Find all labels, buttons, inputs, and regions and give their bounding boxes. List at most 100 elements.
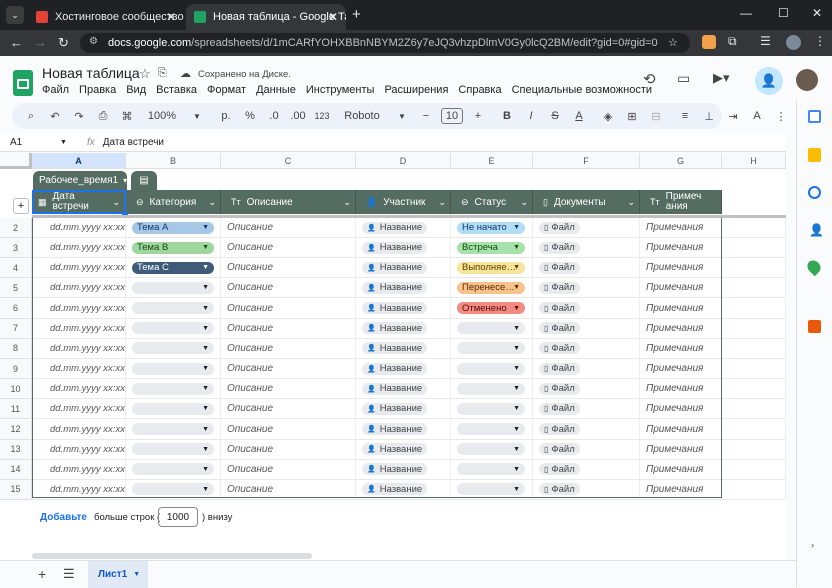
- empty-cell[interactable]: [722, 238, 786, 259]
- participant-cell[interactable]: 👤 Название: [356, 379, 451, 400]
- category-chip[interactable]: ▼: [132, 463, 214, 476]
- status-cell[interactable]: ▼: [451, 439, 533, 460]
- rows-count-input[interactable]: 1000: [158, 507, 198, 527]
- close-icon[interactable]: ✕: [328, 10, 338, 24]
- close-window-icon[interactable]: ✕: [812, 6, 822, 20]
- documents-cell[interactable]: ▯ Файл: [533, 278, 640, 299]
- search-icon[interactable]: ⌕: [22, 103, 40, 129]
- history-icon[interactable]: ⟲: [643, 70, 656, 88]
- status-chip[interactable]: ▼: [457, 342, 525, 355]
- row-header[interactable]: 10: [0, 379, 32, 400]
- menu-insert[interactable]: Вставка: [156, 84, 197, 96]
- empty-cell[interactable]: [722, 419, 786, 440]
- person-chip[interactable]: 👤 Название: [362, 463, 428, 476]
- row-header[interactable]: 13: [0, 439, 32, 460]
- status-cell[interactable]: ▼: [451, 379, 533, 400]
- new-tab-button[interactable]: +: [352, 6, 361, 23]
- empty-cell[interactable]: [722, 278, 786, 299]
- chevron-down-icon[interactable]: ⌄: [112, 197, 120, 208]
- print-icon[interactable]: ⎙: [94, 103, 112, 129]
- chevron-down-icon[interactable]: ▼: [393, 103, 411, 129]
- status-cell[interactable]: Не начато ▼: [451, 218, 533, 238]
- maximize-icon[interactable]: ☐: [778, 6, 789, 20]
- file-chip[interactable]: ▯ Файл: [539, 443, 580, 456]
- category-cell[interactable]: ▼: [126, 298, 221, 319]
- file-chip[interactable]: ▯ Файл: [539, 281, 580, 294]
- menu-accessibility[interactable]: Специальные возможности: [512, 84, 652, 96]
- participant-cell[interactable]: 👤 Название: [356, 218, 451, 238]
- participant-cell[interactable]: 👤 Название: [356, 439, 451, 460]
- category-chip[interactable]: ▼: [132, 382, 214, 395]
- column-header[interactable]: A: [32, 153, 126, 169]
- status-cell[interactable]: ▼: [451, 419, 533, 440]
- status-chip[interactable]: ▼: [457, 382, 525, 395]
- zoom-select[interactable]: 100%: [142, 103, 182, 129]
- documents-cell[interactable]: ▯ Файл: [533, 258, 640, 279]
- description-cell[interactable]: Описание: [221, 459, 356, 480]
- add-sheet-button[interactable]: +: [38, 566, 46, 582]
- notes-cell[interactable]: Примечания: [640, 379, 722, 400]
- increase-decimal-button[interactable]: .00: [289, 103, 307, 129]
- category-chip[interactable]: Тема A ▼: [132, 221, 214, 234]
- date-cell[interactable]: dd.mm.yyyy xx:xx: [32, 419, 126, 440]
- status-chip[interactable]: Встреча ▼: [457, 241, 525, 254]
- table-header-description[interactable]: Тт Описание ⌄: [221, 190, 356, 214]
- font-size-increase-icon[interactable]: +: [469, 103, 487, 129]
- empty-cell[interactable]: [722, 318, 786, 339]
- status-chip[interactable]: Не начато ▼: [457, 221, 525, 234]
- share-button[interactable]: 👤: [755, 67, 783, 95]
- documents-cell[interactable]: ▯ Файл: [533, 318, 640, 339]
- bold-icon[interactable]: B: [498, 103, 516, 129]
- table-header-participant[interactable]: 👤 Участник ⌄: [356, 190, 451, 214]
- category-cell[interactable]: ▼: [126, 399, 221, 420]
- chevron-down-icon[interactable]: ⌄: [438, 197, 446, 208]
- more-icon[interactable]: ⋮: [772, 103, 790, 129]
- category-cell[interactable]: ▼: [126, 318, 221, 339]
- close-icon[interactable]: ✕: [166, 10, 176, 24]
- status-cell[interactable]: ▼: [451, 359, 533, 380]
- star-icon[interactable]: ☆: [139, 66, 151, 82]
- empty-cell[interactable]: [722, 379, 786, 400]
- category-cell[interactable]: ▼: [126, 278, 221, 299]
- empty-cell[interactable]: [722, 218, 786, 238]
- file-chip[interactable]: ▯ Файл: [539, 322, 580, 335]
- description-cell[interactable]: Описание: [221, 278, 356, 299]
- notes-cell[interactable]: Примечания: [640, 218, 722, 238]
- category-cell[interactable]: Тема B ▼: [126, 238, 221, 259]
- empty-cell[interactable]: [722, 399, 786, 420]
- description-cell[interactable]: Описание: [221, 318, 356, 339]
- row-header[interactable]: 6: [0, 298, 32, 319]
- person-chip[interactable]: 👤 Название: [362, 221, 428, 234]
- notes-cell[interactable]: Примечания: [640, 439, 722, 460]
- status-chip[interactable]: Выполняе… ▼: [457, 261, 525, 274]
- empty-cell[interactable]: [722, 338, 786, 359]
- column-header[interactable]: D: [356, 153, 451, 169]
- more-formats-button[interactable]: 123: [313, 103, 331, 129]
- table-name-chip[interactable]: Рабочее_время1 ▾: [33, 171, 127, 190]
- chevron-down-icon[interactable]: ⌄: [343, 197, 351, 208]
- category-cell[interactable]: ▼: [126, 419, 221, 440]
- table-header-date[interactable]: ▦ Дата встречи ⌄: [32, 190, 126, 214]
- row-header[interactable]: 3: [0, 238, 32, 259]
- menu-extensions[interactable]: Расширения: [384, 84, 448, 96]
- description-cell[interactable]: Описание: [221, 479, 356, 500]
- participant-cell[interactable]: 👤 Название: [356, 479, 451, 500]
- status-cell[interactable]: ▼: [451, 318, 533, 339]
- notes-cell[interactable]: Примечания: [640, 318, 722, 339]
- row-header[interactable]: 11: [0, 399, 32, 420]
- table-menu-icon[interactable]: ▤: [131, 171, 157, 190]
- meet-icon[interactable]: ▶▾: [713, 70, 730, 86]
- halign-icon[interactable]: ≡: [676, 103, 694, 129]
- undo-icon[interactable]: ↶: [46, 103, 64, 129]
- account-avatar[interactable]: [796, 69, 818, 91]
- participant-cell[interactable]: 👤 Название: [356, 258, 451, 279]
- tasks-app-icon[interactable]: [808, 186, 821, 199]
- name-box-dropdown-icon[interactable]: ▼: [60, 139, 67, 146]
- select-all-corner[interactable]: [0, 153, 32, 169]
- status-cell[interactable]: Перенесе… ▼: [451, 278, 533, 299]
- tab-search-icon[interactable]: ⌄: [6, 6, 24, 24]
- file-chip[interactable]: ▯ Файл: [539, 463, 580, 476]
- empty-cell[interactable]: [722, 359, 786, 380]
- add-rows-button[interactable]: Добавьте: [40, 512, 87, 523]
- category-chip[interactable]: Тема B ▼: [132, 241, 214, 254]
